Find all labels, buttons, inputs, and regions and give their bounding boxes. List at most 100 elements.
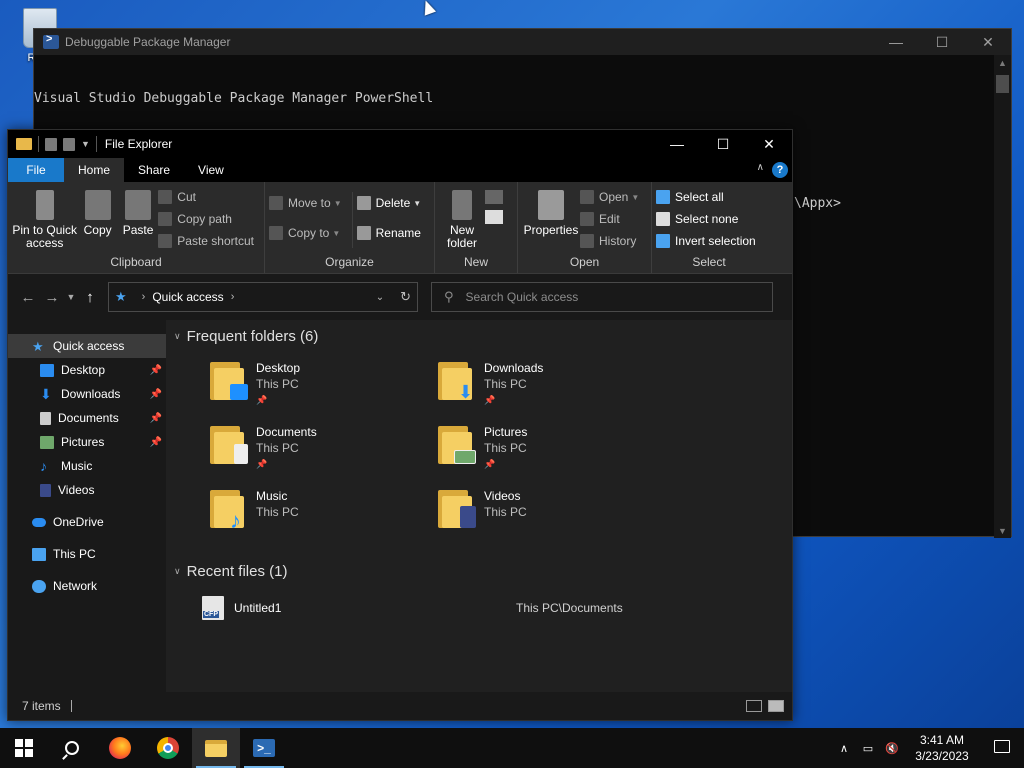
invert-selection-button[interactable]: Invert selection	[656, 232, 762, 250]
help-button[interactable]: ?	[772, 162, 788, 178]
copy-to-button[interactable]: Copy to ▼	[269, 224, 348, 242]
sidebar-item-network[interactable]: Network	[8, 574, 166, 598]
pin-icon: 📌	[484, 459, 496, 469]
pin-icon	[35, 190, 54, 220]
chevron-up-icon[interactable]: ∧	[832, 742, 856, 755]
powershell-maximize-button[interactable]: ☐	[919, 34, 965, 51]
search-button[interactable]	[48, 728, 96, 768]
folder-tile-desktop[interactable]: Desktop This PC 📌	[210, 360, 410, 408]
sidebar-item-onedrive[interactable]: OneDrive	[8, 510, 166, 534]
address-path[interactable]: Quick access	[152, 290, 223, 304]
content-pane[interactable]: ∨ Frequent folders (6) Desktop This PC 📌…	[166, 320, 792, 694]
open-group: Properties Open ▼ Edit History Open	[518, 182, 652, 273]
volume-muted-icon[interactable]: 🔇	[880, 742, 904, 755]
new-item-icon[interactable]	[485, 190, 503, 204]
windows-logo-icon	[15, 739, 33, 757]
frequent-folders-header[interactable]: ∨ Frequent folders (6)	[174, 328, 318, 345]
tab-share[interactable]: Share	[124, 158, 184, 182]
sidebar-item-music[interactable]: ♪ Music	[8, 454, 166, 478]
powershell-close-button[interactable]: ✕	[965, 34, 1011, 51]
history-button[interactable]: History	[580, 232, 645, 250]
folder-tile-music[interactable]: ♪ Music This PC	[210, 488, 410, 532]
move-to-button[interactable]: Move to ▼	[269, 194, 348, 212]
tab-home[interactable]: Home	[64, 158, 125, 182]
rename-button[interactable]: Rename	[356, 224, 428, 242]
folder-tile-videos[interactable]: Videos This PC	[438, 488, 638, 530]
firefox-taskbar-button[interactable]	[96, 728, 144, 768]
scroll-up-icon[interactable]: ▲	[998, 58, 1007, 68]
clock[interactable]: 3:41 AM 3/23/2023	[904, 732, 980, 764]
scroll-down-icon[interactable]: ▼	[998, 526, 1007, 536]
sidebar-item-this-pc[interactable]: This PC	[8, 542, 166, 566]
address-bar[interactable]: ★ › Quick access › ⌄ ↻	[108, 282, 418, 312]
ribbon-collapse-icon[interactable]: ∧	[757, 162, 764, 173]
folder-icon	[210, 360, 248, 402]
back-icon[interactable]: ←	[16, 289, 40, 306]
details-view-icon[interactable]	[746, 700, 762, 712]
start-button[interactable]	[0, 728, 48, 768]
folder-tile-downloads[interactable]: ⬇ Downloads This PC 📌	[438, 360, 638, 408]
tab-view[interactable]: View	[184, 158, 238, 182]
tab-file[interactable]: File	[8, 158, 64, 182]
sidebar-item-downloads[interactable]: ⬇ Downloads 📌	[8, 382, 166, 406]
chevron-down-icon[interactable]: ∨	[174, 566, 181, 577]
customize-qat-icon[interactable]: ▼	[81, 139, 90, 149]
powershell-taskbar-button[interactable]: >_	[240, 728, 288, 768]
address-dropdown-icon[interactable]: ⌄	[376, 292, 384, 303]
scissors-icon	[158, 190, 173, 204]
delete-icon	[356, 196, 371, 210]
select-none-icon	[656, 212, 670, 226]
download-icon: ⬇	[40, 385, 52, 402]
open-button[interactable]: Open ▼	[580, 188, 645, 206]
explorer-close-button[interactable]: ✕	[746, 136, 792, 153]
paste-shortcut-button[interactable]: Paste shortcut	[158, 232, 260, 250]
taskbar: >_ ∧ ▭ 🔇 3:41 AM 3/23/2023	[0, 728, 1024, 768]
sidebar-item-documents[interactable]: Documents 📌	[8, 406, 166, 430]
copy-path-button[interactable]: Copy path	[158, 210, 260, 228]
action-center-button[interactable]	[980, 740, 1024, 756]
chrome-taskbar-button[interactable]	[144, 728, 192, 768]
chevron-right-icon[interactable]: ›	[142, 291, 146, 303]
refresh-icon[interactable]: ↻	[400, 289, 411, 305]
folder-name: Desktop	[256, 361, 301, 375]
sidebar-item-desktop[interactable]: Desktop 📌	[8, 358, 166, 382]
explorer-minimize-button[interactable]: —	[654, 136, 700, 153]
explorer-titlebar[interactable]: ▼ File Explorer — ☐ ✕	[8, 130, 792, 158]
folder-icon	[205, 739, 227, 757]
folder-tile-pictures[interactable]: Pictures This PC 📌	[438, 424, 638, 472]
new-folder-qat-icon[interactable]	[63, 137, 75, 151]
sidebar-item-label: Downloads	[61, 387, 121, 401]
properties-qat-icon[interactable]	[45, 137, 57, 151]
videos-icon	[40, 483, 51, 497]
chevron-right-icon[interactable]: ›	[231, 291, 235, 303]
delete-button[interactable]: Delete ▼	[356, 194, 428, 212]
network-icon[interactable]: ▭	[856, 742, 880, 755]
properties-icon	[538, 190, 564, 220]
recent-file-row[interactable]: Untitled1 This PC\Documents	[202, 594, 762, 622]
chevron-down-icon[interactable]: ∨	[174, 331, 181, 342]
forward-icon[interactable]: →	[40, 289, 64, 306]
sidebar-item-videos[interactable]: Videos	[8, 478, 166, 502]
select-none-button[interactable]: Select none	[656, 210, 762, 228]
edit-button[interactable]: Edit	[580, 210, 645, 228]
easy-access-icon[interactable]	[485, 210, 503, 224]
powershell-titlebar[interactable]: Debuggable Package Manager — ☐ ✕	[34, 29, 1011, 55]
scrollbar-thumb[interactable]	[996, 75, 1009, 93]
folder-tile-documents[interactable]: Documents This PC 📌	[210, 424, 410, 472]
large-icons-view-icon[interactable]	[768, 700, 784, 712]
new-folder-label: New folder	[446, 223, 478, 250]
select-all-button[interactable]: Select all	[656, 188, 762, 206]
powershell-minimize-button[interactable]: —	[873, 34, 919, 51]
new-group: New folder New	[435, 182, 518, 273]
sidebar-item-quick-access[interactable]: ★ Quick access	[8, 334, 166, 358]
recent-locations-icon[interactable]: ▼	[64, 292, 78, 302]
explorer-maximize-button[interactable]: ☐	[700, 136, 746, 153]
search-input[interactable]: ⚲ Search Quick access	[431, 282, 773, 312]
powershell-scrollbar[interactable]: ▲ ▼	[994, 55, 1011, 538]
file-explorer-window[interactable]: ▼ File Explorer — ☐ ✕ File Home Share Vi…	[7, 129, 793, 721]
cut-button[interactable]: Cut	[158, 188, 260, 206]
recent-files-header[interactable]: ∨ Recent files (1)	[174, 563, 287, 580]
sidebar-item-pictures[interactable]: Pictures 📌	[8, 430, 166, 454]
up-icon[interactable]: ↑	[78, 289, 102, 306]
file-explorer-taskbar-button[interactable]	[192, 728, 240, 768]
